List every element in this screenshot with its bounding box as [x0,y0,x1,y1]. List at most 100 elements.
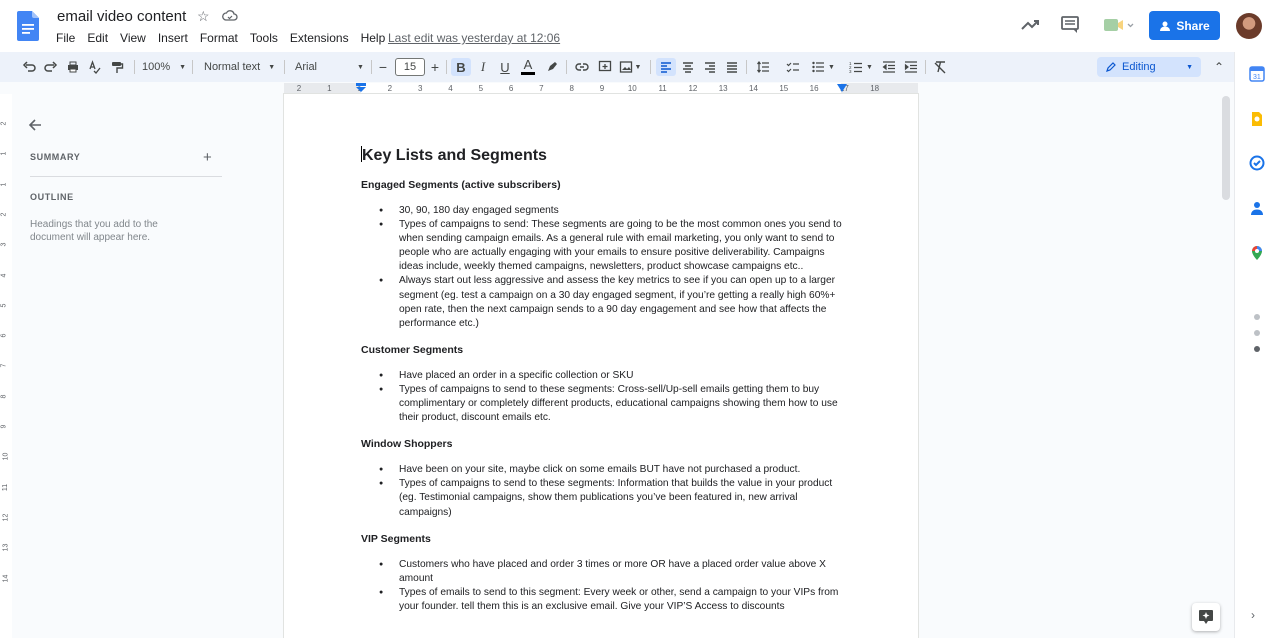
undo-icon[interactable] [20,58,38,76]
document-body[interactable]: Key Lists and Segments Engaged Segments … [361,146,851,627]
add-summary-icon[interactable]: + [203,149,212,166]
paint-format-icon[interactable] [108,58,126,76]
font-select[interactable]: Arial ▼ [295,58,367,76]
menu-insert[interactable]: Insert [152,30,194,46]
toolbar-divider [746,60,747,74]
numbered-list-icon[interactable]: 1 2 3 ▼ [845,58,877,76]
tasks-icon[interactable] [1249,155,1265,171]
section-heading[interactable]: Customer Segments [361,344,851,356]
increase-indent-icon[interactable] [902,58,920,76]
line-spacing-icon[interactable] [753,58,773,76]
docs-logo-icon[interactable] [17,11,39,41]
ruler-tick-label: 7 [539,84,544,93]
ruler-tick-label: 6 [508,84,514,93]
align-justify-icon[interactable] [723,58,741,76]
expand-panel-icon[interactable]: › [1251,608,1255,622]
menu-format[interactable]: Format [194,30,244,46]
document-title[interactable]: email video content [57,8,186,25]
menu-file[interactable]: File [50,30,81,46]
calendar-icon[interactable]: 31 [1249,66,1265,82]
menu-edit[interactable]: Edit [81,30,114,46]
editing-mode-select[interactable]: Editing ▼ [1097,57,1201,77]
document-heading[interactable]: Key Lists and Segments [361,146,851,165]
ruler-tick-label: 10 [627,84,637,93]
toolbar-divider [446,60,447,74]
vertical-ruler-tick-label: 6 [0,333,8,338]
text-color-icon[interactable]: A [518,58,538,76]
underline-icon[interactable]: U [496,58,514,76]
list-item[interactable]: Customers who have placed and order 3 ti… [361,558,851,586]
section-heading[interactable]: Engaged Segments (active subscribers) [361,179,851,191]
bold-icon[interactable]: B [451,58,471,76]
pagination-dot[interactable] [1254,314,1260,320]
ruler-tick-label: 2 [387,84,393,93]
meet-icon[interactable] [1102,14,1134,36]
checklist-icon[interactable] [784,58,802,76]
pagination-dot[interactable] [1254,330,1260,336]
bulleted-list-icon[interactable]: ▼ [807,58,839,76]
activity-trend-icon[interactable] [1019,14,1041,36]
pagination-dot-active[interactable] [1254,346,1260,352]
clear-formatting-icon[interactable] [931,58,949,76]
italic-icon[interactable]: I [474,58,492,76]
vertical-ruler[interactable]: 2 1 1 2 3 4 5 6 7 8 9 10 11 12 13 14 [0,94,12,638]
add-comment-icon[interactable] [596,58,614,76]
print-icon[interactable] [64,58,82,76]
list-item[interactable]: Have placed an order in a specific colle… [361,369,851,383]
insert-image-icon[interactable]: ▼ [618,58,642,76]
spellcheck-icon[interactable] [86,58,104,76]
keep-icon[interactable] [1249,111,1265,127]
outline-label: OUTLINE [30,192,74,202]
list-item[interactable]: Have been on your site, maybe click on s… [361,463,851,477]
style-select[interactable]: Normal text ▼ [204,58,278,76]
highlight-pen-icon[interactable] [543,58,561,76]
decrease-indent-icon[interactable] [880,58,898,76]
collapse-toolbar-icon[interactable]: ⌃ [1210,58,1228,76]
comments-icon[interactable] [1059,14,1081,36]
menu-view[interactable]: View [114,30,152,46]
star-icon[interactable]: ☆ [197,8,210,25]
contacts-icon[interactable] [1249,200,1265,216]
list-item[interactable]: Types of campaigns to send: These segmen… [361,218,851,274]
document-page[interactable]: Key Lists and Segments Engaged Segments … [284,94,918,638]
link-icon[interactable] [573,58,591,76]
vertical-scrollbar[interactable] [1222,96,1230,200]
list-item[interactable]: 30, 90, 180 day engaged segments [361,204,851,218]
toolbar-divider [566,60,567,74]
cloud-status-icon[interactable] [221,8,238,24]
menu-help[interactable]: Help [355,30,392,46]
zoom-select[interactable]: 100% ▼ [142,58,188,76]
bullet-list: Have placed an order in a specific colle… [361,369,851,425]
maps-icon[interactable] [1249,245,1265,261]
list-item[interactable]: Always start out less aggressive and ass… [361,274,851,330]
share-button[interactable]: Share [1149,11,1220,40]
menu-extensions[interactable]: Extensions [284,30,355,46]
ruler-tick-label: 4 [448,84,453,93]
increase-font-size-icon[interactable]: + [428,58,442,76]
avatar[interactable] [1236,13,1262,39]
section-heading[interactable]: Window Shoppers [361,438,851,450]
align-left-icon[interactable] [656,58,676,76]
list-item[interactable]: Types of emails to send to this segment:… [361,586,851,614]
ruler-tick-label: 2 [296,84,302,93]
toolbar-divider [925,60,926,74]
list-item[interactable]: Types of campaigns to send to these segm… [361,383,851,425]
list-item[interactable]: Types of campaigns to send to these segm… [361,477,851,519]
right-indent-marker-icon[interactable] [837,84,847,92]
toolbar-divider [134,60,135,74]
explore-button[interactable] [1192,603,1220,631]
ruler-tick-label: 12 [688,84,698,93]
last-edit-link[interactable]: Last edit was yesterday at 12:06 [388,31,560,45]
section-heading[interactable]: VIP Segments [361,533,851,545]
menu-tools[interactable]: Tools [244,30,284,46]
align-center-icon[interactable] [679,58,697,76]
redo-icon[interactable] [42,58,60,76]
align-right-icon[interactable] [701,58,719,76]
decrease-font-size-icon[interactable]: − [376,58,390,76]
formatting-toolbar: 100% ▼ Normal text ▼ Arial ▼ − 15 + B I U A… [0,52,1234,82]
horizontal-ruler[interactable]: 21123456789101112131415161718 [284,83,918,94]
indent-marker-icon[interactable] [355,83,367,93]
font-size-input[interactable]: 15 [395,58,425,76]
back-arrow-icon[interactable] [26,116,44,134]
zoom-value: 100% [142,61,171,73]
